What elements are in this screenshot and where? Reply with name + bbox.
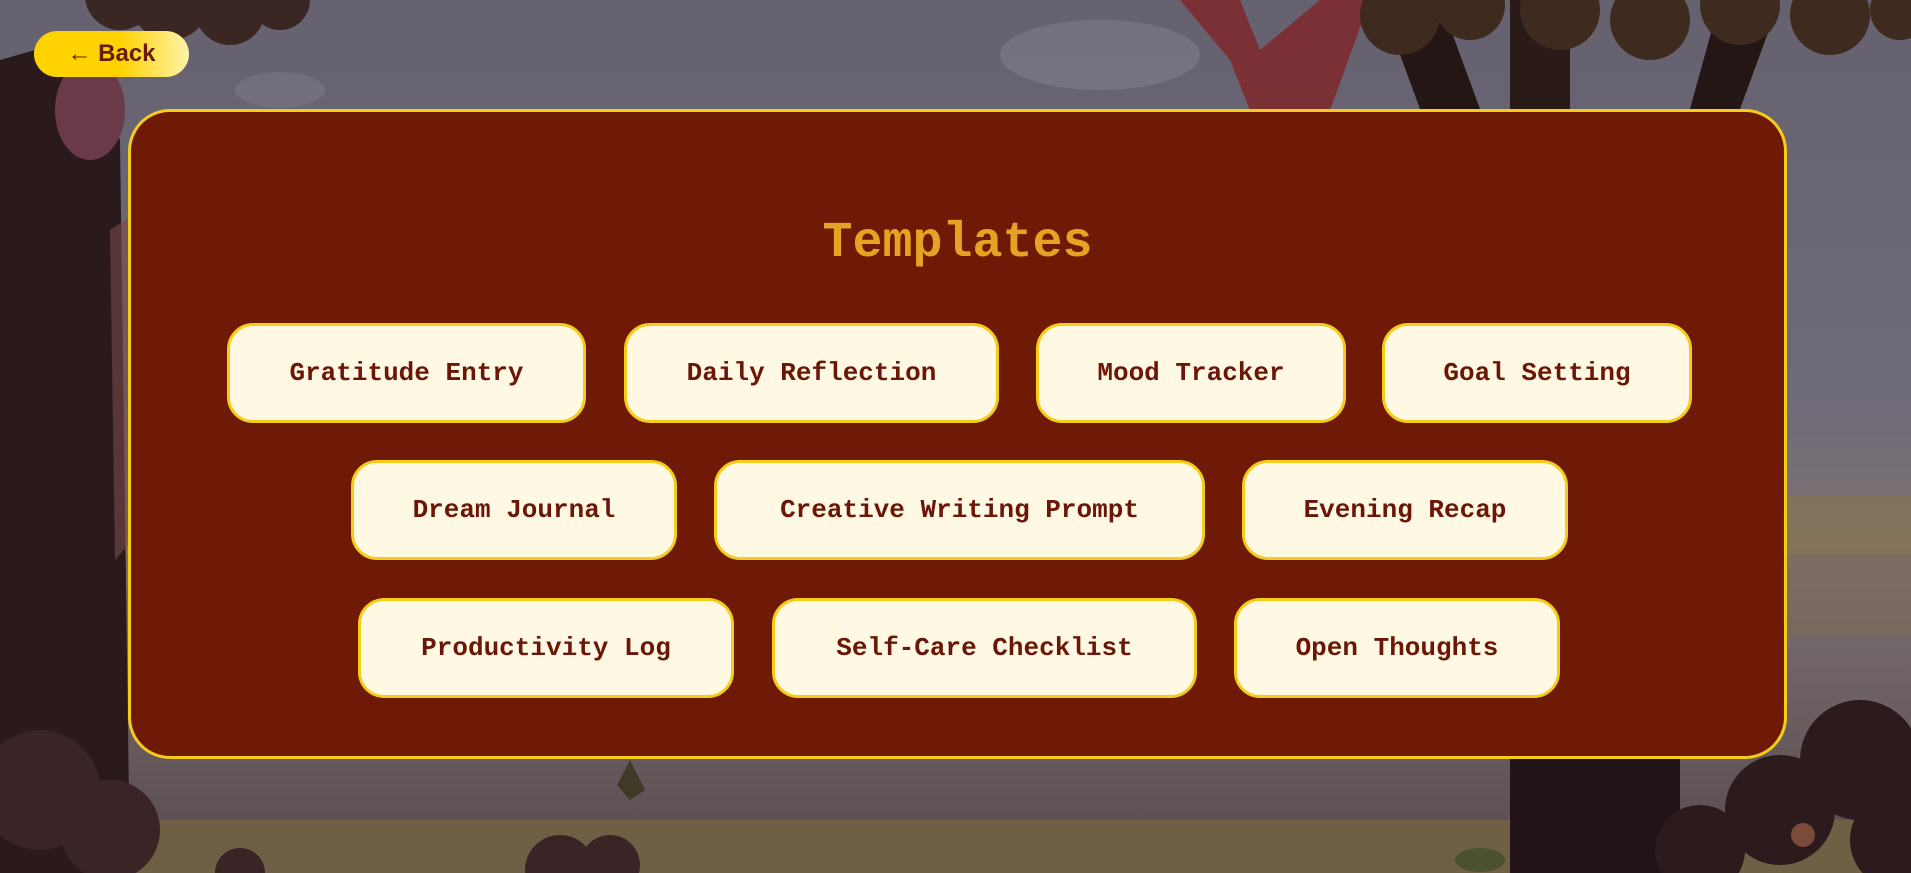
template-dream-journal[interactable]: Dream Journal xyxy=(351,460,677,560)
template-label: Dream Journal xyxy=(412,495,616,525)
back-button[interactable]: ← Back xyxy=(34,31,189,77)
template-label: Open Thoughts xyxy=(1295,633,1499,663)
template-label: Productivity Log xyxy=(421,633,671,663)
templates-panel: Templates Gratitude Entry Daily Reflecti… xyxy=(128,109,1787,759)
template-label: Goal Setting xyxy=(1443,358,1631,388)
template-label: Creative Writing Prompt xyxy=(780,495,1139,525)
template-productivity-log[interactable]: Productivity Log xyxy=(358,598,734,698)
template-self-care-checklist[interactable]: Self-Care Checklist xyxy=(772,598,1197,698)
panel-title: Templates xyxy=(822,215,1093,272)
template-gratitude-entry[interactable]: Gratitude Entry xyxy=(227,323,586,423)
template-goal-setting[interactable]: Goal Setting xyxy=(1382,323,1692,423)
template-label: Mood Tracker xyxy=(1097,358,1285,388)
template-label: Gratitude Entry xyxy=(289,358,524,388)
template-mood-tracker[interactable]: Mood Tracker xyxy=(1036,323,1346,423)
back-button-label: ← Back xyxy=(67,40,156,67)
template-label: Self-Care Checklist xyxy=(836,633,1133,663)
template-creative-writing-prompt[interactable]: Creative Writing Prompt xyxy=(714,460,1205,560)
template-label: Evening Recap xyxy=(1303,495,1507,525)
template-daily-reflection[interactable]: Daily Reflection xyxy=(624,323,999,423)
template-evening-recap[interactable]: Evening Recap xyxy=(1242,460,1568,560)
template-label: Daily Reflection xyxy=(686,358,937,388)
template-open-thoughts[interactable]: Open Thoughts xyxy=(1234,598,1560,698)
